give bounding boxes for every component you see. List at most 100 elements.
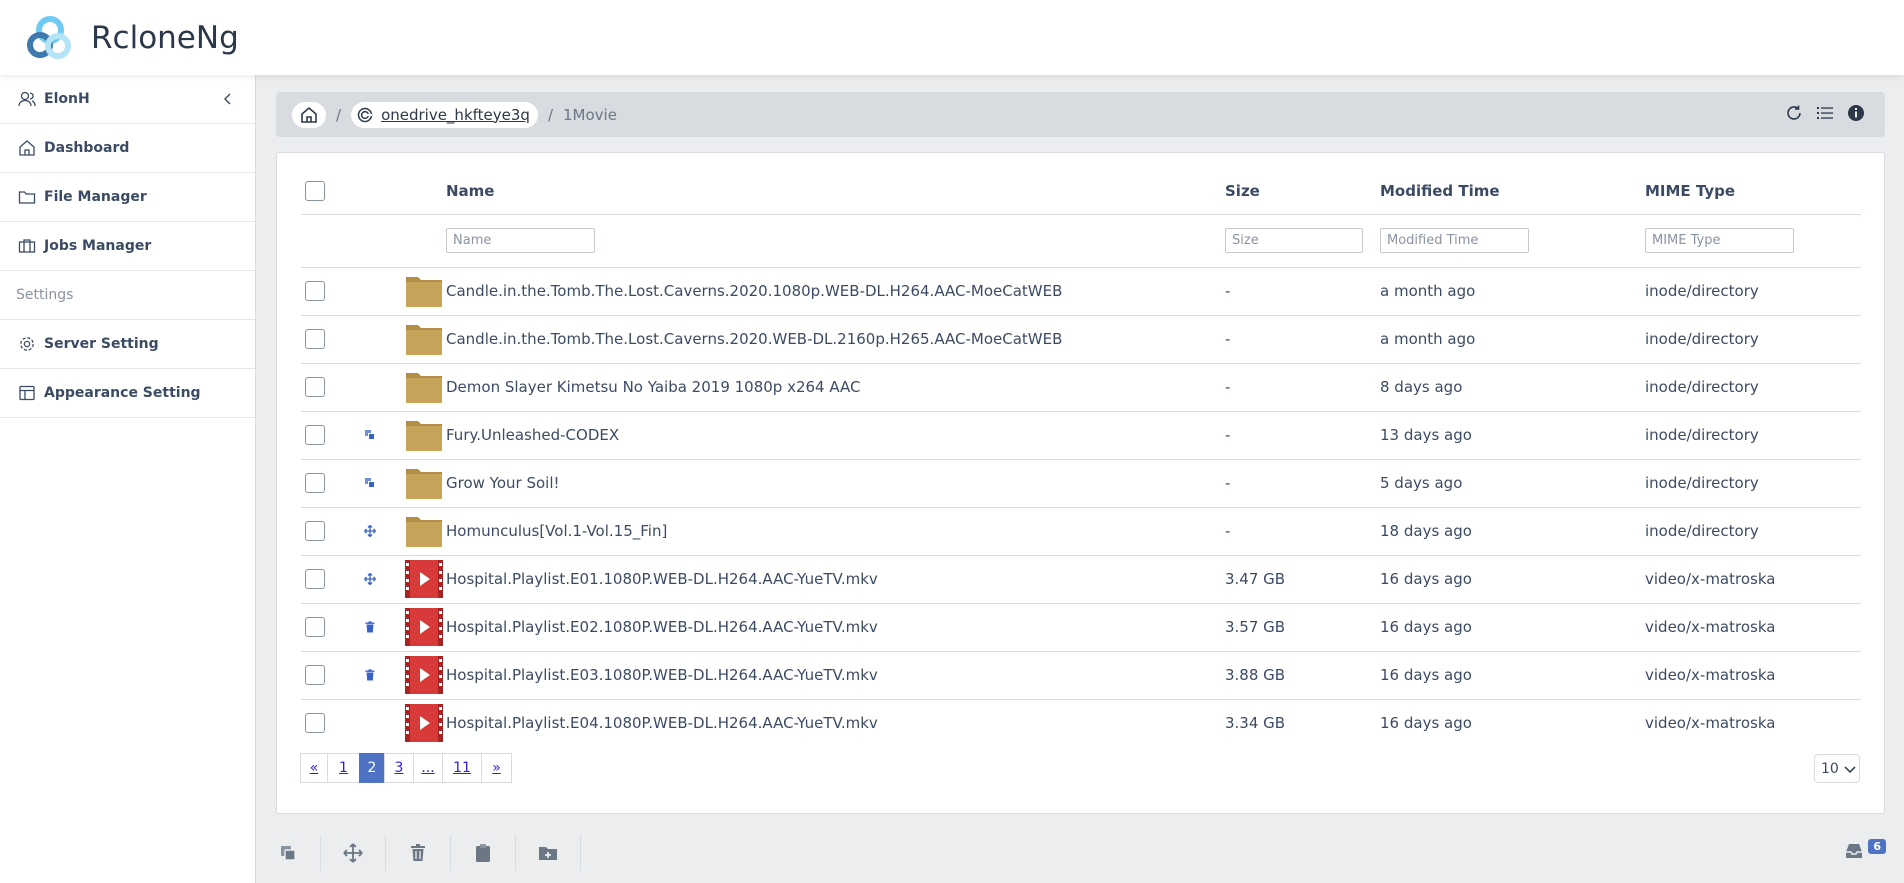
breadcrumb-remote[interactable]: onedrive_hkfteye3q	[351, 101, 538, 128]
file-modified: 13 days ago	[1380, 410, 1645, 459]
row-checkbox[interactable]	[305, 377, 325, 397]
page-link[interactable]: «	[300, 753, 328, 783]
folder-icon	[406, 373, 442, 403]
name-filter-input[interactable]	[446, 228, 595, 253]
file-mime: video/x-matroska	[1645, 698, 1861, 747]
sidebar-item-jobs-manager[interactable]: Jobs Manager	[0, 222, 255, 271]
copy-icon	[365, 430, 375, 440]
sidebar-item-server-setting[interactable]: Server Setting	[0, 320, 255, 369]
sidebar-item-label: Jobs Manager	[44, 238, 152, 254]
page-link[interactable]: 11	[442, 753, 482, 783]
chevron-down-icon	[1844, 765, 1856, 773]
file-name[interactable]: Hospital.Playlist.E02.1080P.WEB-DL.H264.…	[446, 602, 1225, 651]
video-file-icon	[405, 608, 443, 646]
row-checkbox[interactable]	[305, 617, 325, 637]
per-page-select[interactable]: 10	[1814, 754, 1860, 783]
size-filter-input[interactable]	[1225, 228, 1363, 253]
breadcrumb-actions	[1785, 104, 1865, 122]
file-modified: 16 days ago	[1380, 602, 1645, 651]
row-type-cell	[405, 410, 446, 459]
table-row[interactable]: Grow Your Soil! -5 days ago inode/director…	[301, 458, 1861, 507]
column-header-modified[interactable]: Modified Time	[1380, 169, 1645, 214]
file-name[interactable]: Candle.in.the.Tomb.The.Lost.Caverns.2020…	[446, 314, 1225, 363]
table-row[interactable]: Hospital.Playlist.E02.1080P.WEB-DL.H264.…	[301, 602, 1861, 651]
page-link[interactable]: 3	[384, 753, 414, 783]
row-type-cell	[405, 506, 446, 555]
sidebar-item-user[interactable]: ElonH	[0, 75, 255, 124]
row-checkbox[interactable]	[305, 281, 325, 301]
row-checkbox[interactable]	[305, 569, 325, 589]
row-checkbox[interactable]	[305, 713, 325, 734]
app-header: RcloneNg	[0, 0, 1904, 75]
file-mime: video/x-matroska	[1645, 650, 1861, 699]
per-page-value: 10	[1821, 760, 1839, 777]
page-link[interactable]: 1	[327, 753, 360, 783]
page-link[interactable]: »	[481, 753, 512, 783]
briefcase-icon	[18, 239, 36, 253]
table-row[interactable]: Candle.in.the.Tomb.The.Lost.Caverns.2020…	[301, 266, 1861, 315]
copy-button[interactable]	[256, 835, 321, 871]
select-all-checkbox[interactable]	[305, 181, 325, 202]
row-type-cell	[405, 266, 446, 315]
row-checkbox[interactable]	[305, 521, 325, 541]
row-mark-cell	[350, 410, 405, 459]
refresh-icon[interactable]	[1785, 104, 1803, 122]
table-row[interactable]: Hospital.Playlist.E04.1080P.WEB-DL.H264.…	[301, 698, 1861, 747]
row-checkbox[interactable]	[305, 425, 325, 445]
paste-button[interactable]	[451, 835, 516, 871]
row-mark-cell	[350, 266, 405, 315]
row-type-cell	[405, 314, 446, 363]
modified-filter-input[interactable]	[1380, 228, 1529, 253]
file-name[interactable]: Grow Your Soil!	[446, 458, 1225, 507]
breadcrumb-home[interactable]	[292, 101, 326, 128]
file-name[interactable]: Hospital.Playlist.E03.1080P.WEB-DL.H264.…	[446, 650, 1225, 699]
table-row[interactable]: Fury.Unleashed-CODEX -13 days ago inode/di…	[301, 410, 1861, 459]
file-name[interactable]: Hospital.Playlist.E04.1080P.WEB-DL.H264.…	[446, 698, 1225, 747]
page-link[interactable]: ...	[413, 753, 443, 783]
file-name[interactable]: Hospital.Playlist.E01.1080P.WEB-DL.H264.…	[446, 554, 1225, 603]
column-header-size[interactable]: Size	[1225, 169, 1380, 214]
row-mark-cell	[350, 650, 405, 699]
row-checkbox[interactable]	[305, 329, 325, 349]
new-folder-button[interactable]	[516, 835, 581, 871]
file-modified: 16 days ago	[1380, 698, 1645, 747]
file-name[interactable]: Homunculus[Vol.1-Vol.15_Fin]	[446, 506, 1225, 555]
rclone-logo-icon[interactable]	[27, 15, 71, 60]
page-link[interactable]: 2	[359, 753, 385, 783]
file-name[interactable]: Demon Slayer Kimetsu No Yaiba 2019 1080p…	[446, 362, 1225, 411]
info-icon[interactable]	[1847, 104, 1865, 122]
file-size: 3.57 GB	[1225, 602, 1380, 651]
jobs-indicator[interactable]: 6	[1844, 838, 1886, 861]
mime-filter-input[interactable]	[1645, 228, 1794, 253]
file-table: Name Size Modified Time MIME Type Candle…	[301, 169, 1861, 747]
table-row[interactable]: Hospital.Playlist.E03.1080P.WEB-DL.H264.…	[301, 650, 1861, 699]
sidebar-item-label: Appearance Setting	[44, 385, 201, 401]
delete-button[interactable]	[386, 835, 451, 871]
file-mime: inode/directory	[1645, 362, 1861, 411]
file-name[interactable]: Candle.in.the.Tomb.The.Lost.Caverns.2020…	[446, 266, 1225, 315]
table-row[interactable]: Candle.in.the.Tomb.The.Lost.Caverns.2020…	[301, 314, 1861, 363]
row-type-cell	[405, 458, 446, 507]
sidebar-item-appearance-setting[interactable]: Appearance Setting	[0, 369, 255, 418]
breadcrumb-current: 1Movie	[563, 105, 617, 124]
chevron-left-icon[interactable]	[221, 92, 235, 106]
file-modified: 18 days ago	[1380, 506, 1645, 555]
column-header-name[interactable]: Name	[446, 169, 1225, 214]
table-row[interactable]: Homunculus[Vol.1-Vol.15_Fin] -18 days ago…	[301, 506, 1861, 555]
file-name[interactable]: Fury.Unleashed-CODEX	[446, 410, 1225, 459]
file-size: -	[1225, 506, 1380, 555]
move-button[interactable]	[321, 835, 386, 871]
list-view-icon[interactable]	[1816, 104, 1834, 122]
filter-row	[301, 213, 1861, 267]
sidebar-item-file-manager[interactable]: File Manager	[0, 173, 255, 222]
sidebar-item-dashboard[interactable]: Dashboard	[0, 124, 255, 173]
table-row[interactable]: Demon Slayer Kimetsu No Yaiba 2019 1080p…	[301, 362, 1861, 411]
row-mark-cell	[350, 458, 405, 507]
sidebar-item-label: Server Setting	[44, 336, 159, 352]
column-header-mime[interactable]: MIME Type	[1645, 169, 1861, 214]
row-checkbox[interactable]	[305, 473, 325, 493]
sidebar: ElonH Dashboard File Manager Jobs Manage…	[0, 75, 256, 883]
move-icon	[364, 525, 376, 537]
row-checkbox[interactable]	[305, 665, 325, 685]
table-row[interactable]: Hospital.Playlist.E01.1080P.WEB-DL.H264.…	[301, 554, 1861, 603]
